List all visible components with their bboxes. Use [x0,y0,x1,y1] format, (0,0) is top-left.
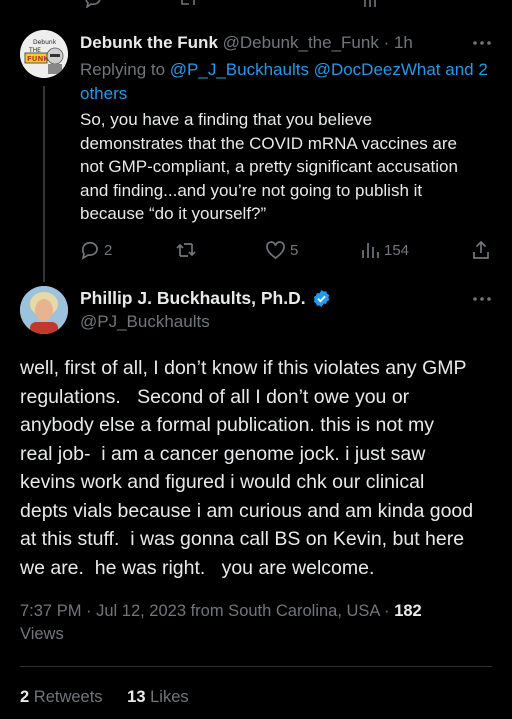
replying-to-prefix: Replying to [80,60,166,79]
reply-count: 2 [104,241,113,259]
main-body: well, first of all, I don’t know if this… [20,354,500,582]
replying-to: Replying to @P_J_Buckhaults @DocDeezWhat… [80,58,495,105]
reply-author-name[interactable]: Debunk the Funk [80,33,218,52]
reply-icon [80,240,100,260]
like-icon [265,240,286,260]
tweet-views-label: Views [20,625,64,643]
verified-badge-icon [312,289,331,308]
reply-line: demonstrates that the COVID mRNA vaccine… [80,133,457,153]
views-count: 154 [384,241,410,259]
divider [20,666,492,667]
main-more-icon[interactable] [472,296,492,302]
reply-line: because “do it yourself?” [80,204,267,223]
retweets-label: Retweets [33,688,103,706]
views-icon [360,240,380,260]
main-line: depts vials because i am curious and am … [20,499,474,522]
svg-text:Debunk: Debunk [33,39,57,46]
like-count: 5 [290,241,299,259]
likes-stat[interactable]: 13 Likes [127,688,188,706]
top-retweet-icon[interactable] [178,0,198,8]
reply-line: and finding...and you’re not going to pu… [80,180,423,200]
reply-body: So, you have a finding that you believe … [80,108,500,226]
retweets-stat[interactable]: 2 Retweets [20,688,107,706]
tweet-timestamp-location[interactable]: 7:37 PM · Jul 12, 2023 from South Caroli… [20,602,390,620]
main-line: real job- i am a cancer genome jock. i j… [20,442,426,465]
retweets-count: 2 [20,688,30,706]
profile-photo-icon [20,286,68,334]
retweet-icon [175,240,197,260]
svg-text:FUNK: FUNK [27,55,49,63]
main-line: at this stuff. i was gonna call BS on Ke… [20,528,465,550]
reply-action-views[interactable]: 154 [360,240,409,260]
main-author-name[interactable]: Phillip J. Buckhaults, Ph.D. [80,288,306,309]
engagement-stats: 2 Retweets 13 Likes [20,688,189,707]
reply-action-like[interactable]: 5 [265,240,298,260]
top-reply-icon[interactable] [84,0,102,8]
main-author-handle[interactable]: @PJ_Buckhaults [80,312,210,332]
thread-line [43,86,45,282]
reply-author-handle[interactable]: @Debunk_the_Funk [223,33,379,52]
tweet-meta: 7:37 PM · Jul 12, 2023 from South Caroli… [20,600,490,646]
reply-action-share[interactable] [471,240,491,260]
reply-action-retweet[interactable] [175,240,197,260]
likes-label: Likes [150,688,189,706]
main-line: we are. he was right. you are welcome. [20,556,375,579]
debunk-logo-icon: Debunk THE FUNK [20,30,68,78]
main-line: regulations. Second of all I don’t owe y… [20,385,410,408]
main-line: anybody else a formal publication. this … [20,414,435,436]
likes-count: 13 [127,688,146,706]
main-line: kevins work and figured i would chk our … [20,471,425,493]
reply-line: So, you have a finding that you believe [80,110,373,129]
share-icon [471,240,491,260]
reply-more-icon[interactable] [472,40,492,46]
reply-line: not GMP-compliant, a pretty significant … [80,157,458,176]
reply-action-reply[interactable]: 2 [80,240,112,260]
main-line: well, first of all, I don’t know if this… [20,357,467,379]
reply-timestamp[interactable]: · 1h [384,33,413,52]
tweet-views-count: 182 [394,602,422,620]
main-author-avatar[interactable] [20,286,68,334]
reply-author-avatar[interactable]: Debunk THE FUNK [20,30,68,78]
top-views-icon[interactable] [362,0,380,8]
